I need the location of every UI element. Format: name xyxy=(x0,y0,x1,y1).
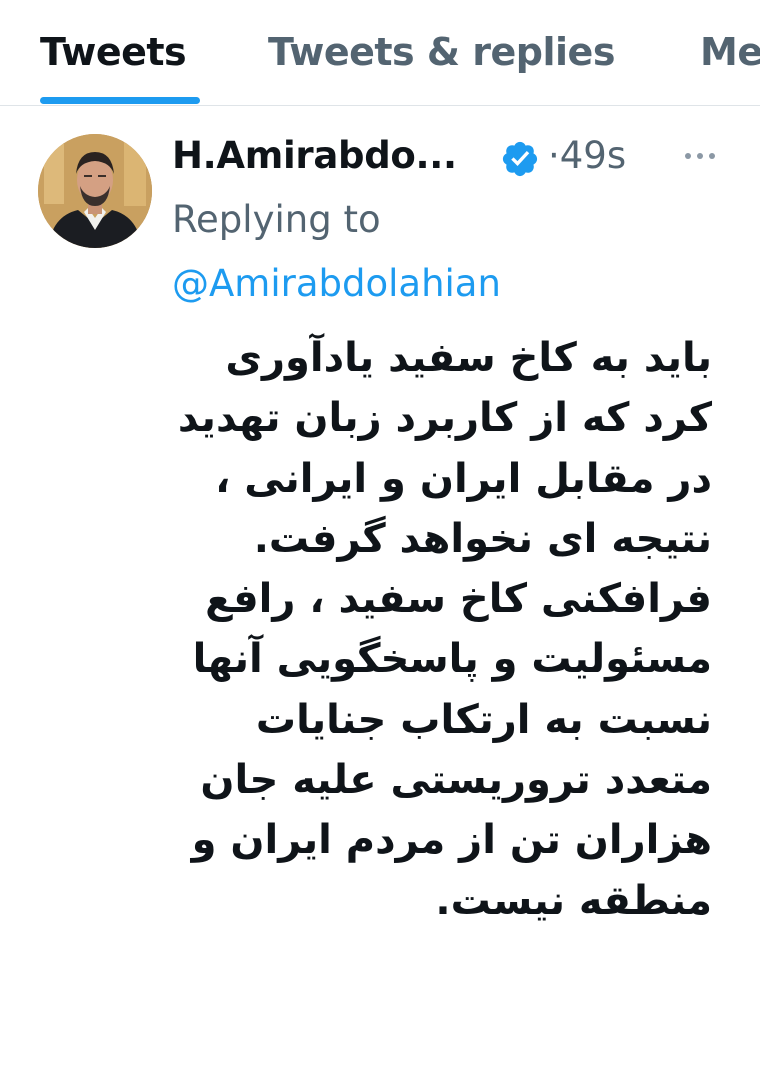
display-name[interactable]: H.Amirabdo... xyxy=(172,134,457,177)
more-options-icon[interactable] xyxy=(680,146,720,166)
tab-media[interactable]: Media xyxy=(700,30,760,74)
reply-mention-link[interactable]: @Amirabdolahian xyxy=(172,262,501,305)
active-tab-indicator xyxy=(40,97,200,104)
tab-tweets-and-replies[interactable]: Tweets & replies xyxy=(268,30,615,74)
tweet-paragraph: فرافکنی کاخ سفید ، رافع مسئولیت و پاسخگو… xyxy=(191,576,712,924)
profile-tabs: Tweets Tweets & replies Media xyxy=(0,0,760,106)
tweet-text: باید به کاخ سفید یادآوری کرد که از کاربر… xyxy=(172,328,712,931)
tab-tweets[interactable]: Tweets xyxy=(40,30,187,74)
tweet-timestamp[interactable]: ·49s xyxy=(548,134,626,177)
avatar[interactable] xyxy=(38,134,152,248)
tweet[interactable]: H.Amirabdo... ·49s Replying to @Amirabdo… xyxy=(0,106,760,1080)
tweet-paragraph: باید به کاخ سفید یادآوری کرد که از کاربر… xyxy=(177,335,712,562)
replying-to-label: Replying to xyxy=(172,198,381,241)
verified-badge-icon xyxy=(502,141,538,177)
